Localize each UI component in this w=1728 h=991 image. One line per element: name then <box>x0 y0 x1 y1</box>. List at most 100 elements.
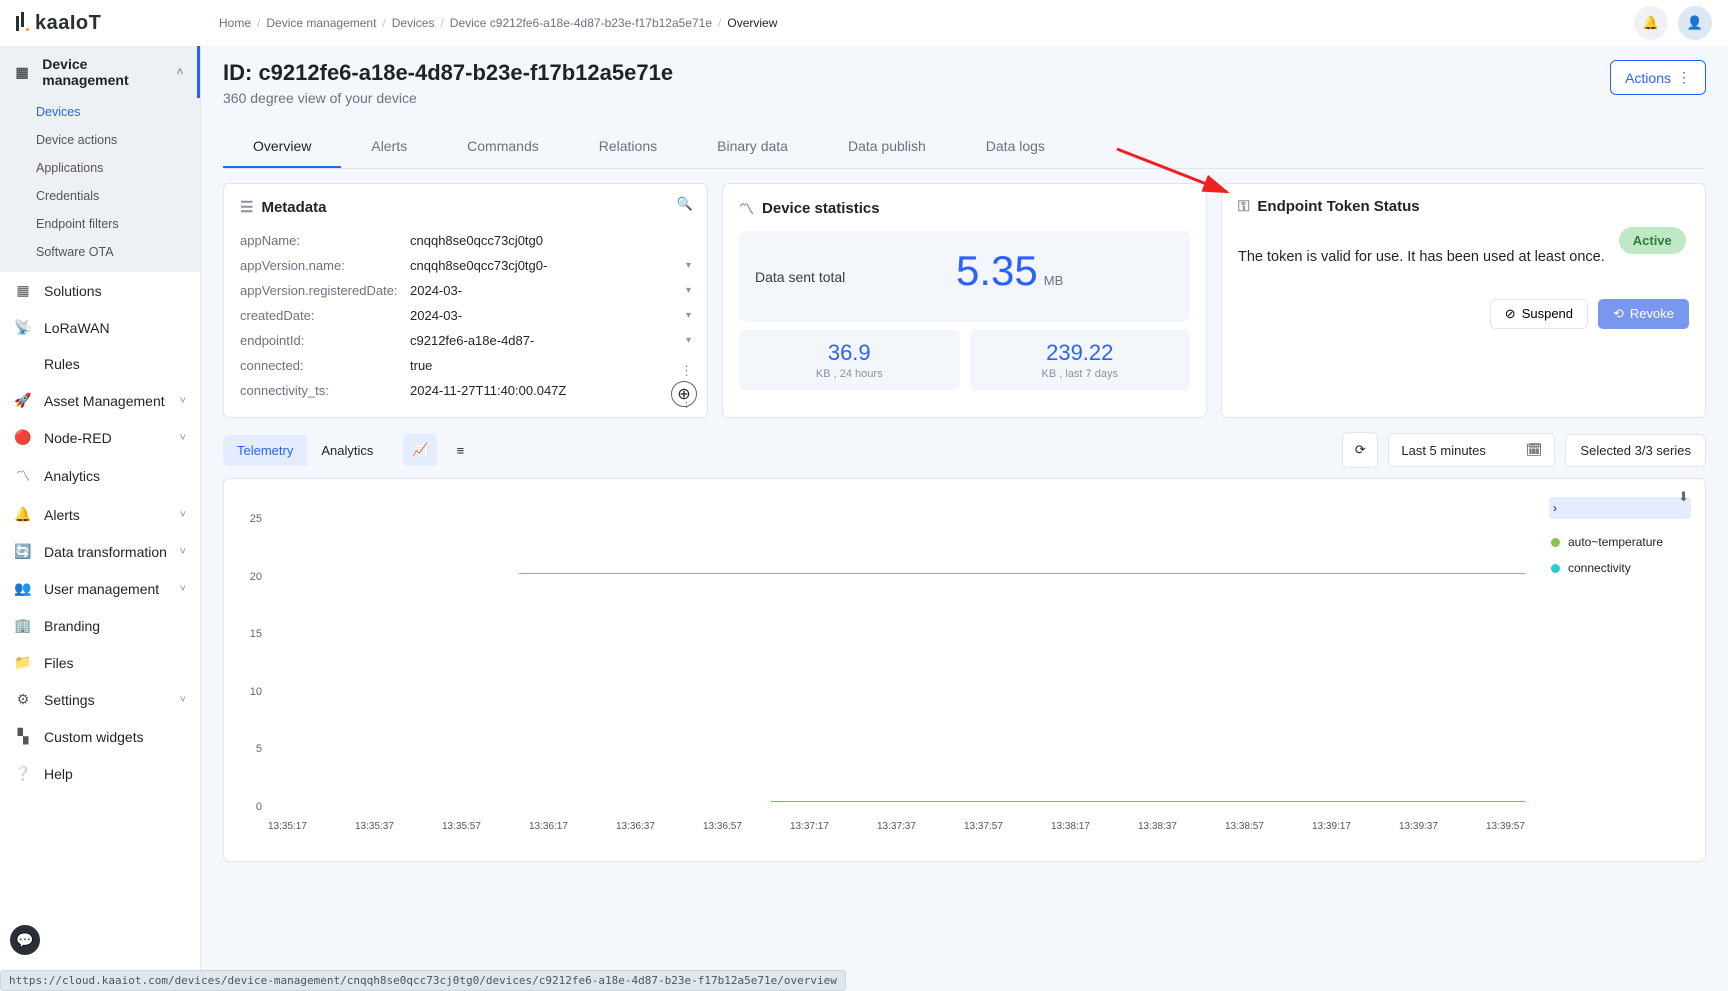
line-chart-icon: 📈 <box>412 442 428 458</box>
legend-label: connectivity <box>1568 561 1631 575</box>
tab-commands[interactable]: Commands <box>437 126 569 168</box>
search-icon[interactable]: 🔍 <box>677 196 693 212</box>
telemetry-toolbar: Telemetry Analytics 📈 ≡ ⟳ Last 5 minutes… <box>223 432 1706 468</box>
sidebar-item-devices[interactable]: Devices <box>0 98 200 126</box>
chart-y-axis: 2520151050 <box>234 513 262 813</box>
series-connectivity <box>771 801 1525 802</box>
sidebar-item-label: Help <box>44 766 73 782</box>
metadata-title: Metadata <box>261 199 326 216</box>
stat-label: KB , last 7 days <box>980 368 1181 380</box>
refresh-button[interactable]: ⟳ <box>1342 432 1378 468</box>
menu-dots-icon: ⋮ <box>1677 69 1691 86</box>
stat-value: 36.9 <box>749 340 950 366</box>
crumb-current: Overview <box>727 16 777 30</box>
sidebar-item-credentials[interactable]: Credentials <box>0 182 200 210</box>
transform-icon: 🔄 <box>14 543 32 560</box>
rocket-icon: 🚀 <box>14 392 32 409</box>
sidebar: ▦ Device management ˄ Devices Device act… <box>0 46 201 991</box>
sidebar-item-settings[interactable]: ⚙Settings˅ <box>0 681 200 718</box>
sidebar-item-files[interactable]: 📁Files <box>0 644 200 681</box>
crumb-devices[interactable]: Devices <box>392 16 435 30</box>
metadata-value: cnqqh8se0qcc73cj0tg0- <box>410 258 686 273</box>
sidebar-item-device-actions[interactable]: Device actions <box>0 126 200 154</box>
legend-color-dot <box>1551 538 1560 547</box>
status-bar-url: https://cloud.kaaiot.com/devices/device-… <box>0 970 846 991</box>
sidebar-item-node-red[interactable]: 🔴Node-RED˅ <box>0 419 200 456</box>
help-icon: ❔ <box>14 765 32 782</box>
sidebar-group-device-management[interactable]: ▦ Device management ˄ <box>0 46 200 98</box>
sidebar-item-endpoint-filters[interactable]: Endpoint filters <box>0 210 200 238</box>
analytics-tab[interactable]: Analytics <box>307 435 387 466</box>
time-range-picker[interactable]: Last 5 minutes 🗓 <box>1388 433 1555 467</box>
widgets-icon: ▚ <box>14 728 32 745</box>
actions-button[interactable]: Actions ⋮ <box>1610 60 1706 95</box>
series-selector[interactable]: Selected 3/3 series <box>1565 434 1706 467</box>
download-chart-button[interactable]: ⬇ <box>1678 489 1689 505</box>
stat-label: KB , 24 hours <box>749 368 950 380</box>
token-title: Endpoint Token Status <box>1257 198 1419 215</box>
crumb-dm[interactable]: Device management <box>266 16 376 30</box>
sidebar-item-asset-management[interactable]: 🚀Asset Management˅ <box>0 382 200 419</box>
chat-support-button[interactable]: 💬 <box>10 925 40 955</box>
brand-logo[interactable]: kaaIoT <box>16 12 201 35</box>
stat-cell: 239.22 KB , last 7 days <box>970 330 1191 390</box>
chevron-down-icon[interactable]: ▾ <box>686 285 691 296</box>
sidebar-item-alerts[interactable]: 🔔Alerts˅ <box>0 496 200 533</box>
data-sent-total-label: Data sent total <box>755 269 845 285</box>
sidebar-item-solutions[interactable]: ▦Solutions <box>0 272 200 309</box>
telemetry-tab[interactable]: Telemetry <box>223 435 307 466</box>
sidebar-item-rules[interactable]: Rules <box>0 346 200 382</box>
sidebar-item-analytics[interactable]: 〽Analytics <box>0 456 200 496</box>
row-menu-icon[interactable]: ⋮ <box>680 363 693 379</box>
sidebar-item-help[interactable]: ❔ Help <box>0 755 200 792</box>
tab-data-logs[interactable]: Data logs <box>956 126 1075 168</box>
sidebar-item-data-transformation[interactable]: 🔄Data transformation˅ <box>0 533 200 570</box>
sidebar-item-applications[interactable]: Applications <box>0 154 200 182</box>
tab-alerts[interactable]: Alerts <box>341 126 437 168</box>
sidebar-item-lorawan[interactable]: 📡LoRaWAN <box>0 309 200 346</box>
sidebar-item-branding[interactable]: 🏢Branding <box>0 607 200 644</box>
row-menu-icon-2[interactable]: ⋮ <box>680 395 693 411</box>
list-view-button[interactable]: ≡ <box>443 434 477 466</box>
chevron-up-icon: ˄ <box>177 66 183 78</box>
sidebar-item-label: Analytics <box>44 468 100 484</box>
crumb-device[interactable]: Device c9212fe6-a18e-4d87-b23e-f17b12a5e… <box>450 16 712 30</box>
revoke-button[interactable]: ⟲Revoke <box>1598 299 1689 329</box>
sidebar-item-label: Solutions <box>44 283 102 299</box>
metadata-value: 2024-03- <box>410 308 686 323</box>
tabs: OverviewAlertsCommandsRelationsBinary da… <box>223 126 1706 169</box>
stat-value: 239.22 <box>980 340 1181 366</box>
tab-data-publish[interactable]: Data publish <box>818 126 956 168</box>
chevron-down-icon: ˅ <box>180 583 186 595</box>
legend-collapse-button[interactable]: › <box>1549 497 1691 519</box>
users-icon: 👥 <box>14 580 32 597</box>
chevron-down-icon[interactable]: ▾ <box>686 335 691 346</box>
sidebar-item-label: Rules <box>44 356 80 372</box>
stats-title: Device statistics <box>762 200 880 217</box>
legend-label: auto~temperature <box>1568 535 1663 549</box>
sidebar-item-custom-widgets[interactable]: ▚Custom widgets <box>0 718 200 755</box>
chevron-down-icon[interactable]: ▾ <box>686 260 691 271</box>
chart-view-button[interactable]: 📈 <box>403 434 437 466</box>
crumb-home[interactable]: Home <box>219 16 251 30</box>
legend-item[interactable]: auto~temperature <box>1549 529 1691 555</box>
refresh-icon: ⟳ <box>1355 442 1366 458</box>
legend-item[interactable]: connectivity <box>1549 555 1691 581</box>
metadata-value: c9212fe6-a18e-4d87- <box>410 333 686 348</box>
metadata-key: appVersion.registeredDate: <box>240 283 410 298</box>
suspend-button[interactable]: ⊘Suspend <box>1490 299 1588 329</box>
chevron-down-icon[interactable]: ▾ <box>686 310 691 321</box>
tab-relations[interactable]: Relations <box>569 126 687 168</box>
token-status-text: The token is valid for use. It has been … <box>1238 247 1605 269</box>
tab-overview[interactable]: Overview <box>223 126 341 168</box>
sidebar-item-software-ota[interactable]: Software OTA <box>0 238 200 266</box>
data-sent-total-value: 5.35 <box>956 247 1038 295</box>
antenna-icon: 📡 <box>14 319 32 336</box>
sidebar-item-user-management[interactable]: 👥User management˅ <box>0 570 200 607</box>
legend-color-dot <box>1551 564 1560 573</box>
actions-label: Actions <box>1625 70 1671 86</box>
list-icon: ≡ <box>457 443 465 458</box>
tab-binary-data[interactable]: Binary data <box>687 126 818 168</box>
account-button[interactable]: 👤 <box>1678 6 1712 40</box>
notifications-button[interactable]: 🔔 <box>1634 6 1668 40</box>
